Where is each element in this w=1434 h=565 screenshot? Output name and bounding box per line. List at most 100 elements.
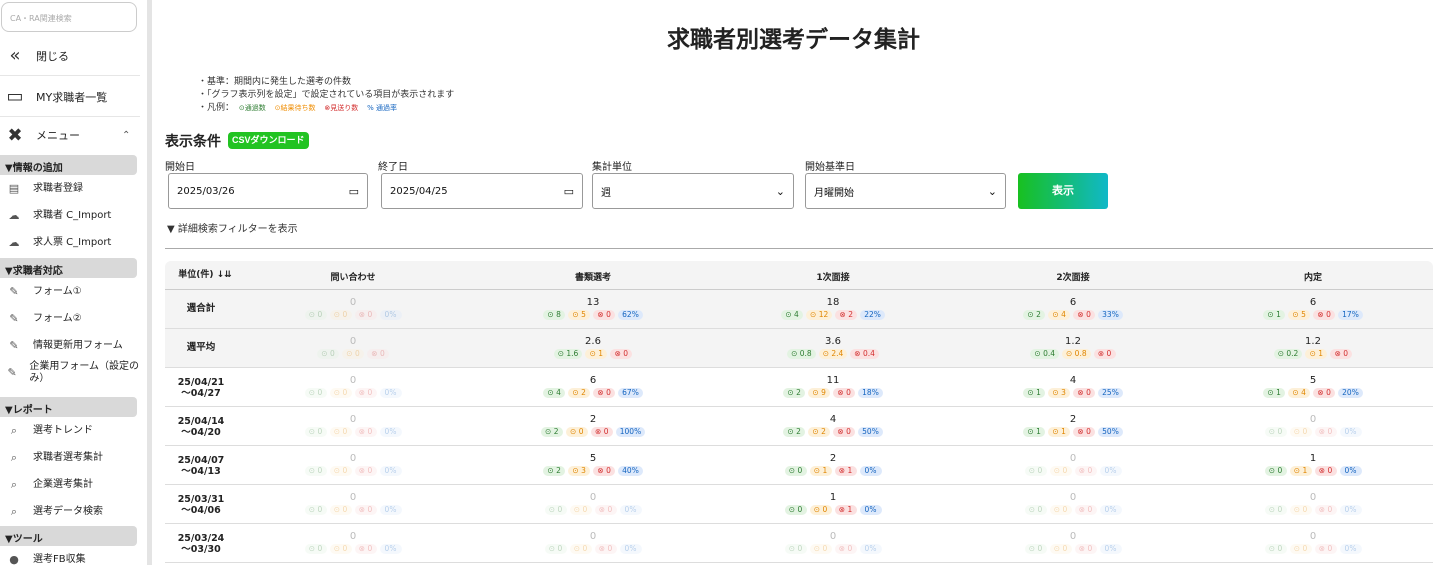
sidebar-item[interactable]: ✎ フォーム① <box>0 278 142 305</box>
pass-count-chip: ⊙ 0 <box>784 544 807 554</box>
calendar-icon[interactable]: ▭ <box>349 185 359 198</box>
cell-total: 0 <box>1309 492 1317 503</box>
sidebar-item[interactable]: ✎ 企業用フォーム（設定のみ） <box>0 359 142 386</box>
pass-count-chip: ⊙ 0 <box>304 427 327 437</box>
chip-value: 1 <box>1318 349 1324 358</box>
reject-count-chip: ⊗ 0 <box>354 427 377 437</box>
pass-rate-chip: 20% <box>1338 388 1363 398</box>
sidebar-section-title[interactable]: ▼レポート <box>0 397 137 417</box>
table-cell: 0 ⊙ 0 ⊙ 0 ⊗ 0 <box>253 335 453 359</box>
chip-value: 0.8 <box>1074 349 1087 358</box>
pass-count-chip: ⊙ 2 <box>1023 310 1046 320</box>
cell-total: 0 <box>1069 453 1077 464</box>
sidebar-section-title[interactable]: ▼ツール <box>0 526 137 546</box>
wait-count-chip: ⊙ 1 <box>1305 349 1328 359</box>
reject-count-chip: ⊗ 0 <box>593 388 616 398</box>
reject-count-chip: ⊗ 0 <box>1314 544 1337 554</box>
sidebar-item[interactable]: ⌕ 企業選考集計 <box>0 471 142 498</box>
chip-value: 0 <box>1106 349 1112 358</box>
detail-filter-toggle[interactable]: ▼ 詳細検索フィルターを表示 <box>167 220 298 235</box>
chip-value: 1 <box>847 466 853 475</box>
sidebar-item[interactable]: ⌕ 求職者選考集計 <box>0 444 142 471</box>
table-cell: 1.2 ⊙ 0.4 ⊙ 0.8 ⊗ 0 <box>973 335 1173 359</box>
sidebar-item[interactable]: ⌕ 選考データ検索 <box>0 498 142 525</box>
sidebar-scrollbar[interactable] <box>147 0 152 565</box>
cell-chips: ⊙ 0 ⊙ 0 ⊗ 0 0% <box>253 466 453 476</box>
reject-count-chip: ⊗ 0 <box>593 466 616 476</box>
reject-count-chip: ⊗ 0 <box>1314 427 1337 437</box>
clock-icon: ⊙ <box>810 310 819 319</box>
csv-download-button[interactable]: CSVダウンロード <box>228 132 309 149</box>
table-cell: 11 ⊙ 2 ⊙ 9 ⊗ 0 18% <box>733 374 933 398</box>
sidebar-section-title[interactable]: ▼求職者対応 <box>0 258 137 278</box>
sidebar-item[interactable]: ✎ 情報更新用フォーム <box>0 332 142 359</box>
chip-value: 0 <box>1062 544 1068 553</box>
base-day-select[interactable]: 月曜開始 ⌄ <box>805 173 1006 209</box>
pass-count-chip: ⊙ 0 <box>784 466 807 476</box>
chip-value: 0% <box>384 427 397 436</box>
calendar-icon[interactable]: ▭ <box>564 185 574 198</box>
table-header-row: 単位(件) ↓⇊ 問い合わせ 書類選考 1次面接 2次面接 内定 <box>165 261 1433 290</box>
clock-icon: ⊙ <box>1066 349 1075 358</box>
show-button[interactable]: 表示 <box>1018 173 1108 209</box>
chip-value: 0 <box>578 427 584 436</box>
chip-value: 0.2 <box>1286 349 1299 358</box>
unit-value: 週 <box>601 187 611 199</box>
x-circle-icon: ⊗ <box>1097 349 1107 358</box>
chip-value: 0 <box>367 427 373 436</box>
table-row: 25/04/21 ～04/27 0 ⊙ 0 ⊙ 0 ⊗ 0 0% 6 ⊙ 4 ⊙ 2 ⊗ 0 67%… <box>165 368 1433 407</box>
chip-value: 0 <box>1326 388 1331 397</box>
reject-count-chip: ⊗ 1 <box>834 466 857 476</box>
chip-value: 5 <box>1301 310 1306 319</box>
chip-value: 4 <box>556 388 561 397</box>
sidebar-item-label: 求職者 C_Import <box>33 209 112 221</box>
chip-value: 9 <box>821 388 826 397</box>
unit-header[interactable]: 単位(件) ↓⇊ <box>165 270 245 281</box>
sidebar-section-title[interactable]: ▼情報の追加 <box>0 155 137 175</box>
wait-count-chip: ⊙ 0 <box>569 544 592 554</box>
sidebar-menu-toggle[interactable]: ✖ メニュー ⌃ <box>0 117 140 153</box>
sidebar-item[interactable]: ● 選考FB収集 <box>0 546 142 565</box>
table-cell: 6 ⊙ 4 ⊙ 2 ⊗ 0 67% <box>493 374 693 398</box>
unit-select[interactable]: 週 ⌄ <box>592 173 794 209</box>
chip-value: 0 <box>797 544 803 553</box>
cell-chips: ⊙ 0 ⊙ 0 ⊗ 0 0% <box>253 310 453 320</box>
reject-count-chip: ⊗ 0 <box>1314 466 1337 476</box>
cell-chips: ⊙ 0 ⊙ 0 ⊗ 0 0% <box>973 505 1173 515</box>
chip-value: 0 <box>606 388 611 397</box>
clock-icon: ⊙ <box>1309 349 1319 358</box>
clock-icon: ⊙ <box>1292 388 1302 397</box>
pass-count-chip: ⊙ 0 <box>1264 466 1287 476</box>
sidebar-item[interactable]: ☁ 求人票 C_Import <box>0 229 142 256</box>
double-chevron-left-icon: « <box>9 45 21 66</box>
pass-count-chip: ⊙ 1.6 <box>553 349 583 359</box>
x-circle-icon: ⊗ <box>1077 427 1087 436</box>
cell-chips: ⊙ 2 ⊙ 4 ⊗ 0 33% <box>973 310 1173 320</box>
cell-chips: ⊙ 0 ⊙ 1 ⊗ 0 0% <box>1213 466 1413 476</box>
sidebar-item[interactable]: ✎ フォーム② <box>0 305 142 332</box>
chip-value: 1 <box>847 505 853 514</box>
sidebar-item[interactable]: ▤ 求職者登録 <box>0 175 142 202</box>
chip-value: 0 <box>606 310 611 319</box>
chip-value: 0% <box>624 544 637 553</box>
form-icon: ✎ <box>9 339 19 352</box>
start-date-input[interactable]: 2025/03/26 ▭ <box>168 173 368 209</box>
chip-value: 0 <box>317 388 323 397</box>
pass-count-chip: ⊙ 0 <box>1264 544 1287 554</box>
chip-value: 0% <box>384 544 397 553</box>
chip-value: 1 <box>1276 310 1281 319</box>
end-date-input[interactable]: 2025/04/25 ▭ <box>381 173 583 209</box>
pass-rate-chip: 0% <box>1099 466 1122 476</box>
sidebar-close-button[interactable]: « 閉じる <box>0 36 140 76</box>
chip-value: 2 <box>848 310 853 319</box>
sidebar-search-input[interactable]: CA・RA関連検索 <box>1 2 137 32</box>
reject-count-chip: ⊗ 0 <box>1073 388 1096 398</box>
pass-rate-chip: 0% <box>619 544 642 554</box>
sidebar-my-list[interactable]: ▭ MY求職者一覧 <box>0 77 140 117</box>
chip-value: 2 <box>1036 310 1041 319</box>
cell-chips: ⊙ 1 ⊙ 5 ⊗ 0 17% <box>1213 310 1413 320</box>
sidebar-item[interactable]: ☁ 求職者 C_Import <box>0 202 142 229</box>
cell-total: 6 <box>1069 297 1077 308</box>
pass-count-chip: ⊙ 2 <box>783 427 806 437</box>
sidebar-item[interactable]: ⌕ 選考トレンド <box>0 417 142 444</box>
